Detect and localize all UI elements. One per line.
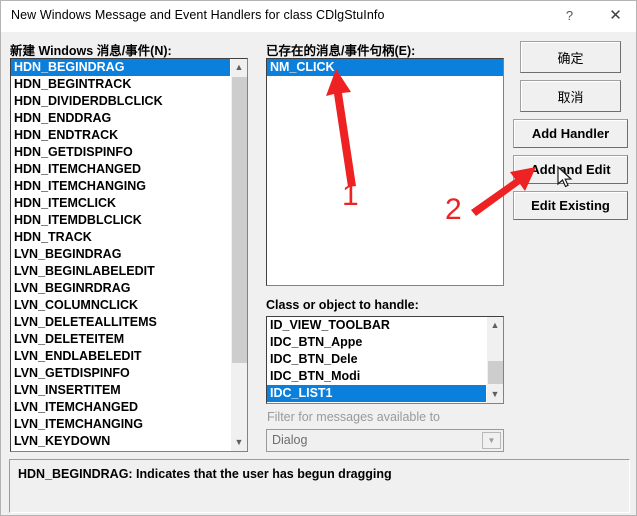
help-button[interactable]: ?	[547, 1, 592, 31]
filter-label: Filter for messages available to	[267, 410, 440, 424]
new-message-item[interactable]: HDN_ITEMCLICK	[11, 195, 230, 212]
existing-handlers-label: 已存在的消息/事件句柄(E):	[266, 44, 416, 58]
new-message-item[interactable]: HDN_BEGINDRAG	[11, 59, 230, 76]
scroll-up-icon[interactable]: ▲	[231, 59, 247, 76]
existing-handlers-listbox[interactable]: NM_CLICK	[266, 58, 504, 286]
class-object-item[interactable]: IDC_BTN_Appe	[267, 334, 486, 351]
new-message-item[interactable]: LVN_INSERTITEM	[11, 382, 230, 399]
new-message-item[interactable]: LVN_BEGINDRAG	[11, 246, 230, 263]
existing-handler-item[interactable]: NM_CLICK	[267, 59, 503, 76]
new-message-item[interactable]: HDN_GETDISPINFO	[11, 144, 230, 161]
new-message-item[interactable]: HDN_DIVIDERDBLCLICK	[11, 93, 230, 110]
new-message-item[interactable]: LVN_BEGINLABELEDIT	[11, 263, 230, 280]
new-message-item[interactable]: HDN_TRACK	[11, 229, 230, 246]
new-message-item[interactable]: LVN_DELETEITEM	[11, 331, 230, 348]
scrollbar-thumb[interactable]	[232, 77, 247, 363]
new-message-item[interactable]: LVN_COLUMNCLICK	[11, 297, 230, 314]
class-listbox-scrollbar[interactable]: ▲ ▼	[486, 317, 503, 403]
question-mark-icon: ?	[565, 8, 574, 23]
filter-combobox-value: Dialog	[272, 433, 308, 447]
new-messages-scrollbar[interactable]: ▲ ▼	[230, 59, 247, 451]
new-message-item[interactable]: LVN_DELETEALLITEMS	[11, 314, 230, 331]
close-button[interactable]: ✕	[593, 1, 636, 31]
ok-button[interactable]: 确定	[520, 41, 621, 73]
window-title: New Windows Message and Event Handlers f…	[11, 8, 385, 22]
new-message-item[interactable]: HDN_ITEMCHANGING	[11, 178, 230, 195]
new-message-item[interactable]: LVN_KEYDOWN	[11, 433, 230, 450]
new-message-item[interactable]: HDN_ENDTRACK	[11, 127, 230, 144]
new-message-item[interactable]: LVN_GETDISPINFO	[11, 365, 230, 382]
new-message-item[interactable]: HDN_BEGINTRACK	[11, 76, 230, 93]
class-object-item[interactable]: IDC_BTN_Dele	[267, 351, 486, 368]
new-message-item[interactable]: HDN_ENDDRAG	[11, 110, 230, 127]
filter-combobox[interactable]: Dialog ▼	[266, 429, 504, 452]
scroll-up-icon[interactable]: ▲	[487, 317, 503, 334]
new-message-item[interactable]: HDN_ITEMDBLCLICK	[11, 212, 230, 229]
title-bar: New Windows Message and Event Handlers f…	[1, 1, 636, 32]
new-message-item[interactable]: HDN_ITEMCHANGED	[11, 161, 230, 178]
new-message-item[interactable]: LVN_BEGINRDRAG	[11, 280, 230, 297]
class-object-item[interactable]: IDC_LIST1	[267, 385, 486, 402]
class-or-object-label: Class or object to handle:	[266, 298, 419, 312]
dialog-window: New Windows Message and Event Handlers f…	[0, 0, 637, 516]
edit-existing-button[interactable]: Edit Existing	[513, 191, 628, 220]
class-object-item[interactable]: IDC_BTN_Modi	[267, 368, 486, 385]
new-messages-listbox[interactable]: HDN_BEGINDRAG HDN_BEGINTRACK HDN_DIVIDERDB…	[10, 58, 248, 452]
new-message-item[interactable]: LVN_ITEMCHANGED	[11, 399, 230, 416]
scroll-down-icon[interactable]: ▼	[487, 386, 503, 403]
new-message-item[interactable]: LVN_ODCACHEHINT	[11, 450, 230, 451]
new-message-item[interactable]: LVN_ENDLABELEDIT	[11, 348, 230, 365]
add-and-edit-button[interactable]: Add and Edit	[513, 155, 628, 184]
new-messages-item-list[interactable]: HDN_BEGINDRAG HDN_BEGINTRACK HDN_DIVIDERDB…	[11, 59, 230, 451]
chevron-down-icon[interactable]: ▼	[482, 432, 501, 449]
add-handler-button[interactable]: Add Handler	[513, 119, 628, 148]
dialog-client-area: 新建 Windows 消息/事件(N): HDN_BEGINDRAG HDN_BE…	[1, 32, 636, 515]
class-or-object-item-list[interactable]: ID_VIEW_TOOLBAR IDC_BTN_Appe IDC_BTN_Dele I…	[267, 317, 486, 403]
description-pane: HDN_BEGINDRAG: Indicates that the user h…	[9, 459, 630, 513]
scrollbar-thumb[interactable]	[488, 361, 503, 384]
existing-handlers-item-list[interactable]: NM_CLICK	[267, 59, 503, 285]
class-object-item[interactable]: ID_VIEW_TOOLBAR	[267, 317, 486, 334]
description-text: HDN_BEGINDRAG: Indicates that the user h…	[18, 467, 392, 481]
scroll-down-icon[interactable]: ▼	[231, 434, 247, 451]
new-message-item[interactable]: LVN_ITEMCHANGING	[11, 416, 230, 433]
cancel-button[interactable]: 取消	[520, 80, 621, 112]
class-or-object-listbox[interactable]: ID_VIEW_TOOLBAR IDC_BTN_Appe IDC_BTN_Dele I…	[266, 316, 504, 404]
new-messages-label: 新建 Windows 消息/事件(N):	[10, 44, 172, 58]
close-icon: ✕	[609, 7, 622, 24]
